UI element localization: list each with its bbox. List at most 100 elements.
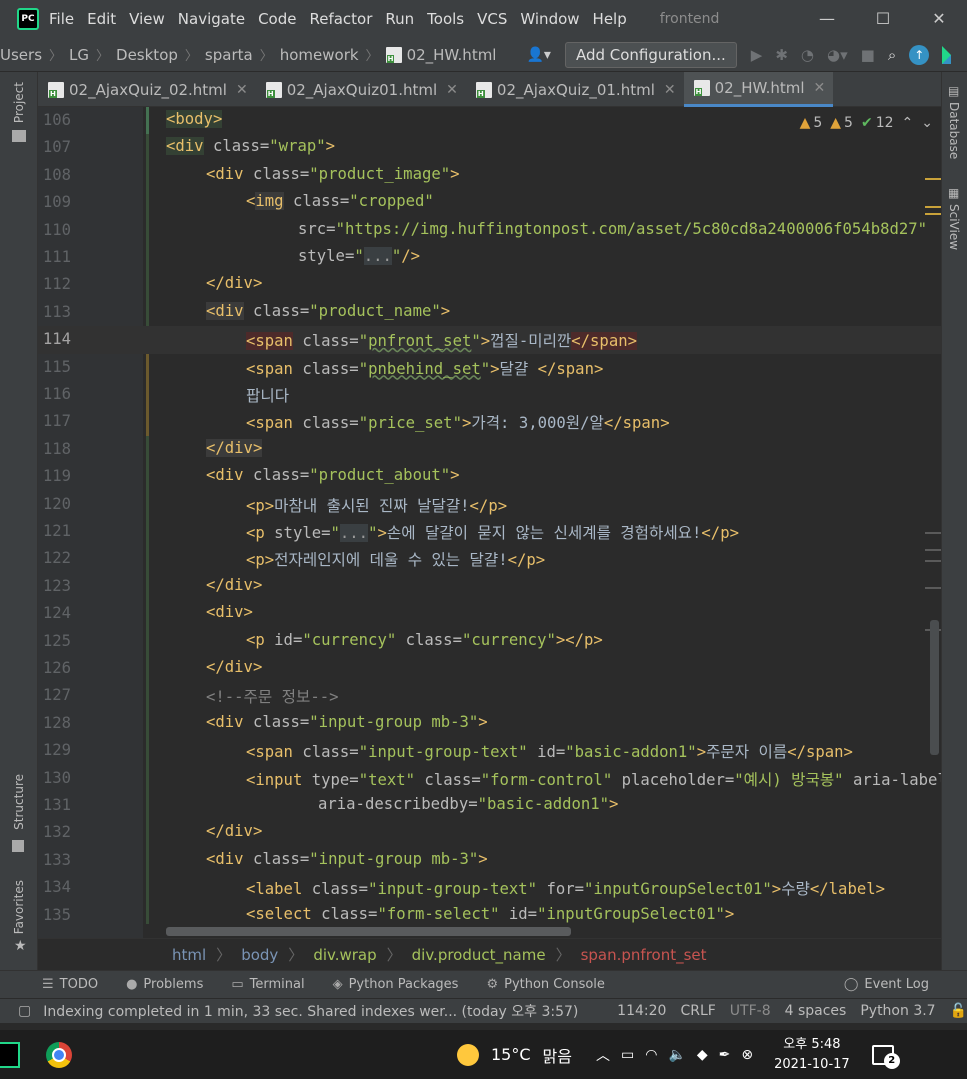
update-icon[interactable]: ↑: [909, 44, 930, 65]
line-number[interactable]: 106: [38, 111, 71, 129]
caret-position[interactable]: 114:20: [617, 1003, 666, 1019]
nav-crumb-file[interactable]: 02_HW.html: [385, 46, 496, 64]
code-text[interactable]: <p style="...">손에 달걀이 묻지 않는 신세계를 경험하세요!<…: [246, 521, 739, 543]
code-line[interactable]: 129 <span class="input-group-text" id="ba…: [38, 737, 941, 764]
code-line[interactable]: 110 src="https://img.huffingtonpost.com/a…: [38, 217, 941, 244]
code-text[interactable]: </div>: [206, 822, 262, 840]
maximize-button[interactable]: ☐: [855, 0, 911, 38]
hide-tool-windows-icon[interactable]: ▢: [18, 1003, 31, 1019]
code-text[interactable]: <p>전자레인지에 데울 수 있는 달걀!</p>: [246, 548, 545, 570]
code-line[interactable]: 131 aria-describedby="basic-addon1">: [38, 792, 941, 819]
nav-crumb-homework[interactable]: homework 〉: [280, 45, 386, 65]
sciview-tool-button[interactable]: SciView: [947, 204, 961, 250]
chrome-taskbar-icon[interactable]: [46, 1041, 72, 1068]
code-text[interactable]: <select class="form-select" id="inputGro…: [246, 905, 734, 923]
code-text[interactable]: style="..."/>: [298, 247, 420, 265]
pycharm-taskbar-icon[interactable]: [0, 1041, 20, 1068]
code-text[interactable]: aria-describedby="basic-addon1">: [318, 795, 618, 813]
code-line[interactable]: 128 <div class="input-group mb-3">: [38, 710, 941, 737]
line-number[interactable]: 120: [38, 495, 71, 513]
code-text[interactable]: <div class="wrap">: [166, 137, 335, 156]
code-line[interactable]: 119 <div class="product_about">: [38, 463, 941, 490]
code-line[interactable]: 111 style="..."/>: [38, 244, 941, 271]
line-number[interactable]: 130: [38, 769, 71, 787]
volume-icon[interactable]: 🔈: [668, 1047, 685, 1063]
breadcrumb-div-wrap[interactable]: div.wrap: [313, 946, 376, 964]
code-line[interactable]: 130 <input type="text" class="form-contro…: [38, 765, 941, 792]
lock-icon[interactable]: 🔓: [950, 1003, 967, 1019]
code-text[interactable]: <div class="input-group mb-3">: [206, 850, 488, 868]
line-number[interactable]: 124: [38, 604, 71, 622]
code-line[interactable]: 134 <label class="input-group-text" for="…: [38, 874, 941, 901]
line-number[interactable]: 112: [38, 275, 71, 293]
line-number[interactable]: 108: [38, 166, 71, 184]
code-line[interactable]: 127 <!--주문 정보-->: [38, 682, 941, 709]
stop-icon[interactable]: ■: [861, 46, 875, 64]
code-line[interactable]: 108 <div class="product_image">: [38, 162, 941, 189]
menu-file[interactable]: File: [49, 10, 74, 28]
code-line[interactable]: 126 </div>: [38, 655, 941, 682]
error-stripe[interactable]: [923, 107, 941, 938]
vertical-scrollbar[interactable]: [930, 620, 939, 755]
code-editor[interactable]: 106 <body> 107 <div class="wrap"> 108 <div cl…: [38, 107, 941, 938]
code-line[interactable]: 123 </div>: [38, 573, 941, 600]
code-text[interactable]: </div>: [206, 438, 263, 457]
line-number[interactable]: 135: [38, 906, 71, 924]
menu-navigate[interactable]: Navigate: [178, 10, 245, 28]
breadcrumb-body[interactable]: body: [241, 946, 278, 964]
line-number[interactable]: 110: [38, 221, 71, 239]
code-line[interactable]: 122 <p>전자레인지에 데울 수 있는 달걀!</p>: [38, 545, 941, 572]
close-tab-icon[interactable]: ✕: [446, 82, 458, 98]
file-encoding[interactable]: UTF-8: [730, 1003, 771, 1019]
line-number[interactable]: 121: [38, 522, 71, 540]
python-interpreter[interactable]: Python 3.7: [860, 1003, 935, 1019]
indent-setting[interactable]: 4 spaces: [785, 1003, 847, 1019]
code-line[interactable]: 120 <p>마참내 출시된 진짜 날달걀!</p>: [38, 491, 941, 518]
line-number[interactable]: 107: [38, 138, 71, 156]
code-text[interactable]: </div>: [206, 658, 262, 676]
code-text[interactable]: <body>: [166, 110, 223, 128]
problems-tool-button[interactable]: ● Problems: [126, 977, 203, 992]
jetbrains-icon[interactable]: [942, 45, 952, 64]
code-text[interactable]: <div class="product_about">: [206, 466, 460, 484]
weather-widget[interactable]: 15°C 맑음: [457, 1043, 572, 1067]
notification-icon[interactable]: 2: [871, 1044, 900, 1069]
line-number[interactable]: 114: [38, 330, 71, 348]
code-text[interactable]: <input type="text" class="form-control" …: [246, 768, 941, 790]
debug-icon[interactable]: ✱: [775, 46, 788, 64]
line-number[interactable]: 134: [38, 878, 71, 896]
code-line[interactable]: 112 </div>: [38, 271, 941, 298]
code-line[interactable]: 132 </div>: [38, 819, 941, 846]
line-separator[interactable]: CRLF: [680, 1003, 715, 1019]
line-number[interactable]: 125: [38, 632, 71, 650]
line-number[interactable]: 109: [38, 193, 71, 211]
battery-icon[interactable]: ▭: [621, 1047, 634, 1063]
close-tab-icon[interactable]: ✕: [664, 82, 676, 98]
line-number[interactable]: 127: [38, 686, 71, 704]
python-packages-tool-button[interactable]: ◈ Python Packages: [333, 977, 459, 992]
code-line[interactable]: 121 <p style="...">손에 달걀이 묻지 않는 신세계를 경험하세…: [38, 518, 941, 545]
menu-tools[interactable]: Tools: [427, 10, 464, 28]
menu-window[interactable]: Window: [520, 10, 579, 28]
status-message[interactable]: Indexing completed in 1 min, 33 sec. Sha…: [43, 1001, 603, 1021]
line-number[interactable]: 113: [38, 303, 71, 321]
pen-icon[interactable]: ✒: [719, 1047, 731, 1063]
code-text[interactable]: <div class="input-group mb-3">: [206, 713, 488, 731]
menu-run[interactable]: Run: [385, 10, 414, 28]
menu-edit[interactable]: Edit: [87, 10, 116, 28]
code-line[interactable]: 115 <span class="pnbehind_set">달걀 </span>: [38, 354, 941, 381]
breadcrumb-span-pnfront[interactable]: span.pnfront_set: [581, 946, 707, 964]
line-number[interactable]: 123: [38, 577, 71, 595]
search-icon[interactable]: ⌕: [888, 46, 896, 64]
code-text[interactable]: <span class="pnbehind_set">달걀 </span>: [246, 357, 603, 379]
code-line[interactable]: 107 <div class="wrap">: [38, 134, 941, 161]
code-text[interactable]: <div>: [206, 603, 253, 621]
code-line[interactable]: 114 <span class="pnfront_set">껍질-미리깐</spa…: [38, 326, 941, 354]
line-number[interactable]: 111: [38, 248, 71, 266]
line-number[interactable]: 116: [38, 385, 71, 403]
chevron-up-icon[interactable]: ︿: [596, 1045, 610, 1065]
terminal-tool-button[interactable]: ▭ Terminal: [231, 977, 304, 992]
tab-ajaxquiz-02[interactable]: 02_AjaxQuiz_02.html ✕: [38, 72, 256, 107]
close-tab-icon[interactable]: ✕: [236, 82, 248, 98]
wifi-icon[interactable]: ◠: [645, 1047, 657, 1063]
